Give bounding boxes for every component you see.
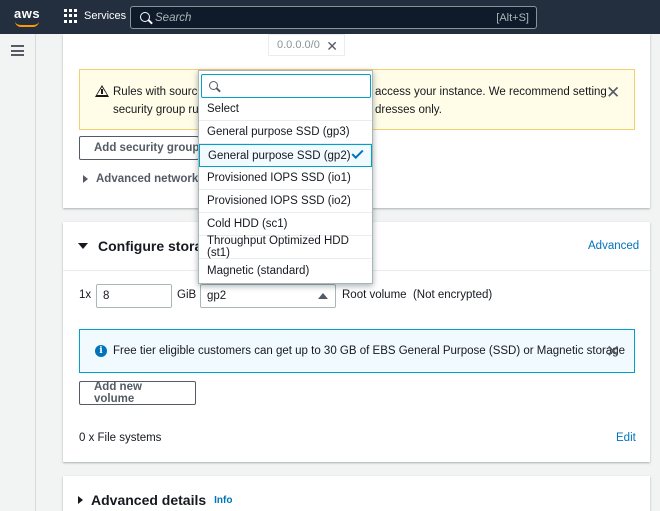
add-rule-label: Add security group r <box>94 142 199 154</box>
storage-section-title: Configure storag <box>98 238 211 254</box>
search-icon <box>140 12 150 22</box>
warning-icon <box>95 85 109 97</box>
dismiss-warning-icon[interactable]: ✕ <box>606 84 620 101</box>
free-tier-info-alert: i Free tier eligible customers can get u… <box>79 329 635 373</box>
dismiss-info-icon[interactable]: ✕ <box>606 343 620 360</box>
dropdown-search-input[interactable] <box>201 74 371 98</box>
dropdown-option[interactable]: General purpose SSD (gp3) <box>199 121 372 144</box>
advanced-network-toggle[interactable]: Advanced network co <box>83 173 215 185</box>
volume-size-value: 8 <box>103 290 110 302</box>
add-new-volume-button[interactable]: Add new volume <box>79 381 196 405</box>
search-placeholder: Search <box>155 11 192 24</box>
aws-logo[interactable]: aws <box>14 6 42 28</box>
option-label: Cold HDD (sc1) <box>207 218 288 230</box>
top-navigation-bar: aws Services Search [Alt+S] <box>0 0 660 34</box>
dropdown-option[interactable]: Provisioned IOPS SSD (io2) <box>199 190 372 213</box>
option-label: Throughput Optimized HDD (st1) <box>207 235 349 259</box>
hamburger-menu-icon[interactable] <box>11 45 24 56</box>
dropdown-option[interactable]: Magnetic (standard) <box>199 259 372 282</box>
sidebar <box>0 34 36 511</box>
aws-logo-text: aws <box>14 6 41 21</box>
services-menu-button[interactable]: Services <box>64 9 126 23</box>
warning-line-1-left: Rules with source <box>113 86 204 98</box>
free-tier-info-text: Free tier eligible customers can get up … <box>113 345 625 357</box>
remove-token-icon[interactable]: ✕ <box>326 38 338 55</box>
option-label: General purpose SSD (gp3) <box>207 126 350 138</box>
dropdown-option[interactable]: Cold HDD (sc1) <box>199 213 372 236</box>
storage-section-header[interactable]: Configure storag <box>78 238 211 254</box>
advanced-details-title: Advanced details <box>91 492 207 508</box>
file-systems-edit-link[interactable]: Edit <box>616 432 636 444</box>
file-systems-count: 0 x File systems <box>79 432 162 444</box>
caret-right-icon <box>83 175 88 183</box>
services-label: Services <box>84 10 127 22</box>
caret-right-icon <box>78 496 83 504</box>
warning-line-1-right: access your instance. We recommend setti… <box>375 86 607 98</box>
advanced-details-info-link[interactable]: Info <box>214 495 232 506</box>
volume-type-value: gp2 <box>207 290 227 302</box>
aws-smile-icon <box>15 21 39 27</box>
option-label: Select <box>207 103 239 115</box>
grid-icon <box>64 9 78 23</box>
global-search-input[interactable]: Search [Alt+S] <box>130 6 537 29</box>
dropdown-option-selected[interactable]: General purpose SSD (gp2) <box>199 144 372 167</box>
size-unit-label: GiB <box>177 289 197 301</box>
option-label: Provisioned IOPS SSD (io1) <box>207 172 351 184</box>
caret-down-icon <box>78 243 88 249</box>
warning-line-2-left: security group rule <box>113 104 208 116</box>
volume-multiplier: 1x <box>79 289 92 301</box>
dropdown-option[interactable]: Select <box>199 98 372 121</box>
volume-size-input[interactable]: 8 <box>96 284 172 308</box>
dropdown-option[interactable]: Throughput Optimized HDD (st1) <box>199 235 372 259</box>
source-ip-token: 0.0.0.0/0 ✕ <box>268 34 345 56</box>
caret-up-icon <box>318 293 328 299</box>
checkmark-icon <box>351 146 364 160</box>
search-shortcut-hint: [Alt+S] <box>496 12 529 24</box>
storage-advanced-link[interactable]: Advanced <box>588 240 639 252</box>
source-ip-value: 0.0.0.0/0 <box>277 39 320 51</box>
volume-type-select[interactable]: gp2 <box>200 284 336 308</box>
volume-type-dropdown: Select General purpose SSD (gp3) General… <box>198 70 373 284</box>
search-icon <box>209 81 218 90</box>
option-label: Provisioned IOPS SSD (io2) <box>207 195 351 207</box>
option-label: Magnetic (standard) <box>207 264 310 277</box>
info-icon: i <box>95 345 107 357</box>
add-security-group-rule-button[interactable]: Add security group r <box>79 136 199 160</box>
root-volume-label: Root volume (Not encrypted) <box>342 289 493 301</box>
add-volume-label: Add new volume <box>94 381 142 405</box>
dropdown-option[interactable]: Provisioned IOPS SSD (io1) <box>199 167 372 190</box>
warning-line-2-right: dresses only. <box>375 104 442 116</box>
option-label: General purpose SSD (gp2) <box>208 149 351 162</box>
advanced-details-header[interactable]: Advanced details Info <box>78 492 232 508</box>
